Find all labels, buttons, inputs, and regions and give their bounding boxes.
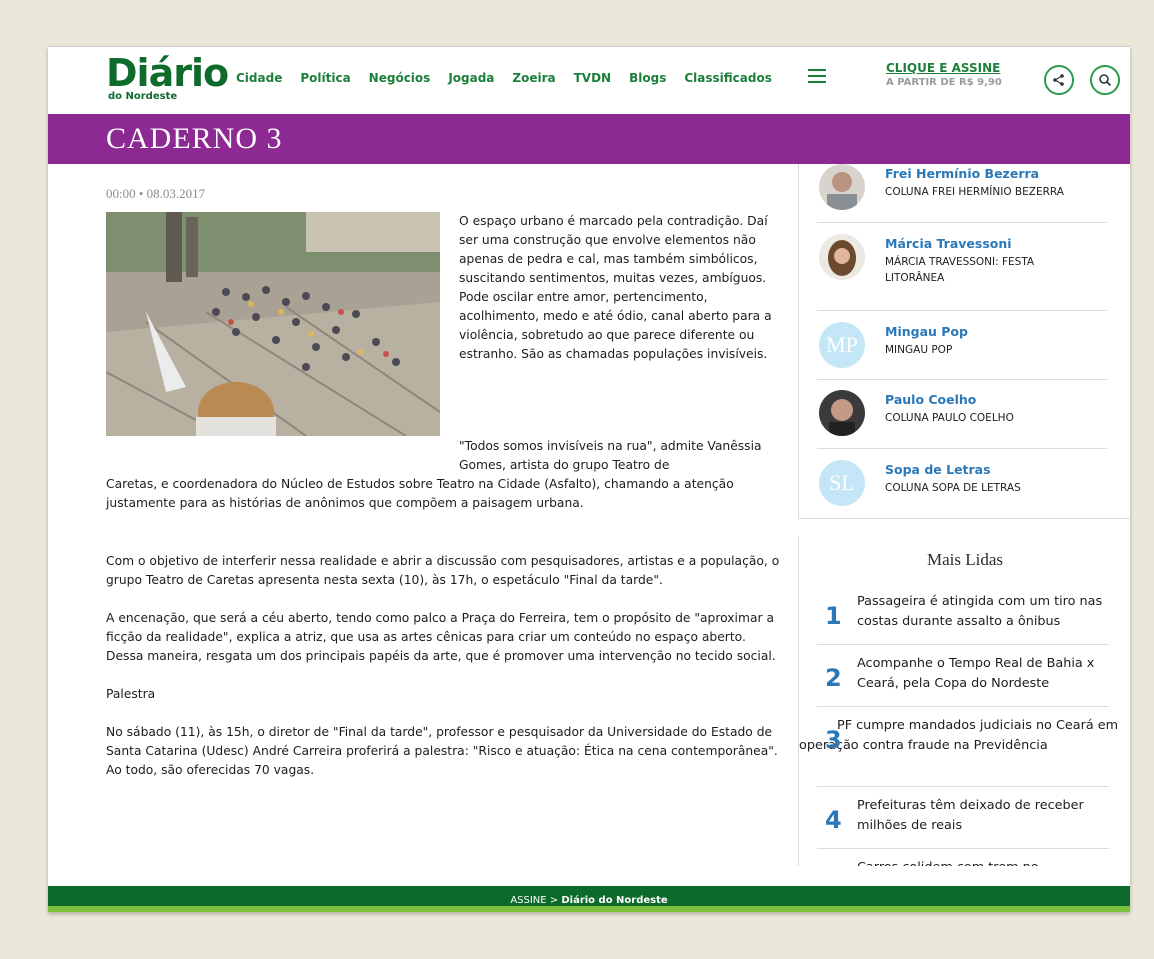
most-read-headline[interactable]: PF cumpre mandados judiciais no Ceará em… — [799, 716, 1130, 756]
most-read-item[interactable]: 1 Passageira é atingida com um tiro nas … — [817, 592, 1113, 632]
divider — [817, 222, 1107, 223]
avatar — [819, 234, 865, 280]
columnist-column: MÁRCIA TRAVESSONI: FESTA LITORÂNEA — [885, 256, 1035, 284]
most-read-rank: 5 — [825, 862, 842, 866]
columnist-item[interactable]: Márcia Travessoni MÁRCIA TRAVESSONI: FES… — [799, 232, 1130, 300]
columnist-column: MINGAU POP — [885, 344, 953, 356]
subscribe-price: A PARTIR DE R$ 9,90 — [886, 77, 1002, 88]
main-nav: Cidade Política Negócios Jogada Zoeira T… — [236, 71, 790, 85]
columnist-column: COLUNA SOPA DE LETRAS — [885, 482, 1021, 494]
columnist-item[interactable]: MP Mingau Pop MINGAU POP — [799, 320, 1130, 388]
columnist-name[interactable]: Paulo Coelho — [885, 392, 976, 407]
article-dateline: 00:00 • 08.03.2017 — [106, 186, 206, 201]
columnist-item[interactable]: Paulo Coelho COLUNA PAULO COELHO — [799, 388, 1130, 456]
columnist-name[interactable]: Mingau Pop — [885, 324, 968, 339]
article-subheading: Palestra — [106, 687, 156, 701]
nav-item-negocios[interactable]: Negócios — [369, 71, 431, 85]
columnist-name[interactable]: Márcia Travessoni — [885, 236, 1012, 251]
article-paragraph: "Todos somos invisíveis na rua", admite … — [459, 439, 762, 472]
divider — [817, 448, 1107, 449]
avatar — [819, 164, 865, 210]
nav-item-tvdn[interactable]: TVDN — [574, 71, 611, 85]
article-paragraph-continued: Caretas, e coordenadora do Núcleo de Est… — [106, 477, 734, 510]
search-button[interactable] — [1090, 65, 1120, 95]
nav-item-blogs[interactable]: Blogs — [629, 71, 666, 85]
columnist-column: COLUNA FREI HERMÍNIO BEZERRA — [885, 186, 1064, 198]
divider — [817, 786, 1109, 787]
menu-icon[interactable] — [808, 69, 826, 83]
columnists-list: Frei Hermínio Bezerra COLUNA FREI HERMÍN… — [798, 164, 1130, 519]
most-read-item[interactable]: 5 Carros colidem com trem no — [817, 858, 1113, 866]
footer-accent — [48, 906, 1130, 912]
section-title: CADERNO 3 — [106, 122, 283, 155]
divider — [817, 848, 1109, 849]
share-button[interactable] — [1044, 65, 1074, 95]
nav-item-politica[interactable]: Política — [300, 71, 350, 85]
most-read-title: Mais Lidas — [926, 550, 1004, 569]
article-paragraph: No sábado (11), às 15h, o diretor de "Fi… — [106, 725, 778, 777]
divider — [817, 310, 1107, 311]
search-icon — [1099, 74, 1112, 87]
most-read-rank: 1 — [825, 602, 842, 630]
browser-page: Diário do Nordeste Cidade Política Negóc… — [48, 46, 1130, 912]
columnist-name[interactable]: Sopa de Letras — [885, 462, 991, 477]
most-read-item[interactable]: 3 PF cumpre mandados judiciais no Ceará … — [799, 716, 1130, 756]
avatar — [819, 390, 865, 436]
most-read-rank: 3 — [825, 726, 842, 754]
avatar: MP — [819, 322, 865, 368]
nav-item-cidade[interactable]: Cidade — [236, 71, 282, 85]
divider — [817, 379, 1107, 380]
nav-item-jogada[interactable]: Jogada — [448, 71, 494, 85]
footer-prefix: ASSINE > — [510, 895, 562, 906]
most-read-item[interactable]: 4 Prefeituras têm deixado de receber mil… — [817, 796, 1113, 836]
divider — [817, 706, 1109, 707]
share-icon — [1053, 74, 1064, 86]
most-read-item[interactable]: 2 Acompanhe o Tempo Real de Bahia x Cear… — [817, 654, 1113, 694]
columnist-column: COLUNA PAULO COELHO — [885, 412, 1014, 424]
article-paragraph: A encenação, que será a céu aberto, tend… — [106, 611, 776, 663]
footer-link[interactable]: ASSINE > Diário do Nordeste — [48, 895, 1130, 906]
columnist-name[interactable]: Frei Hermínio Bezerra — [885, 166, 1039, 181]
article-paragraph: O espaço urbano é marcado pela contradiç… — [459, 214, 772, 361]
article-lead: O espaço urbano é marcado pela contradiç… — [459, 212, 785, 364]
most-read-headline[interactable]: Prefeituras têm deixado de receber milhõ… — [817, 796, 1113, 836]
most-read-rank: 4 — [825, 806, 842, 834]
divider — [817, 644, 1109, 645]
avatar: SL — [819, 460, 865, 506]
site-logo-subtitle: do Nordeste — [108, 91, 178, 102]
subscribe-link[interactable]: CLIQUE E ASSINE A PARTIR DE R$ 9,90 — [886, 61, 1022, 88]
article-photo — [106, 212, 440, 436]
article-paragraph: Com o objetivo de interferir nessa reali… — [106, 554, 780, 587]
subscribe-title: CLIQUE E ASSINE — [886, 61, 1001, 75]
most-read-headline[interactable]: Carros colidem com trem no — [817, 858, 1113, 866]
footer-brand: Diário do Nordeste — [561, 895, 668, 906]
nav-item-zoeira[interactable]: Zoeira — [512, 71, 555, 85]
article-paragraph-wrap: "Todos somos invisíveis na rua", admite … — [106, 437, 786, 513]
most-read-rank: 2 — [825, 664, 842, 692]
columnist-item[interactable]: SL Sopa de Letras COLUNA SOPA DE LETRAS — [799, 456, 1130, 524]
site-header: Diário do Nordeste Cidade Política Negóc… — [48, 46, 1130, 115]
article-rest: Com o objetivo de interferir nessa reali… — [106, 552, 786, 799]
section-band: CADERNO 3 — [48, 114, 1130, 164]
nav-item-classificados[interactable]: Classificados — [684, 71, 772, 85]
most-read-headline[interactable]: Acompanhe o Tempo Real de Bahia x Ceará,… — [817, 654, 1113, 694]
most-read-panel: Mais Lidas 1 Passageira é atingida com u… — [798, 536, 1130, 866]
site-logo[interactable]: Diário — [106, 53, 229, 93]
most-read-headline[interactable]: Passageira é atingida com um tiro nas co… — [817, 592, 1113, 632]
